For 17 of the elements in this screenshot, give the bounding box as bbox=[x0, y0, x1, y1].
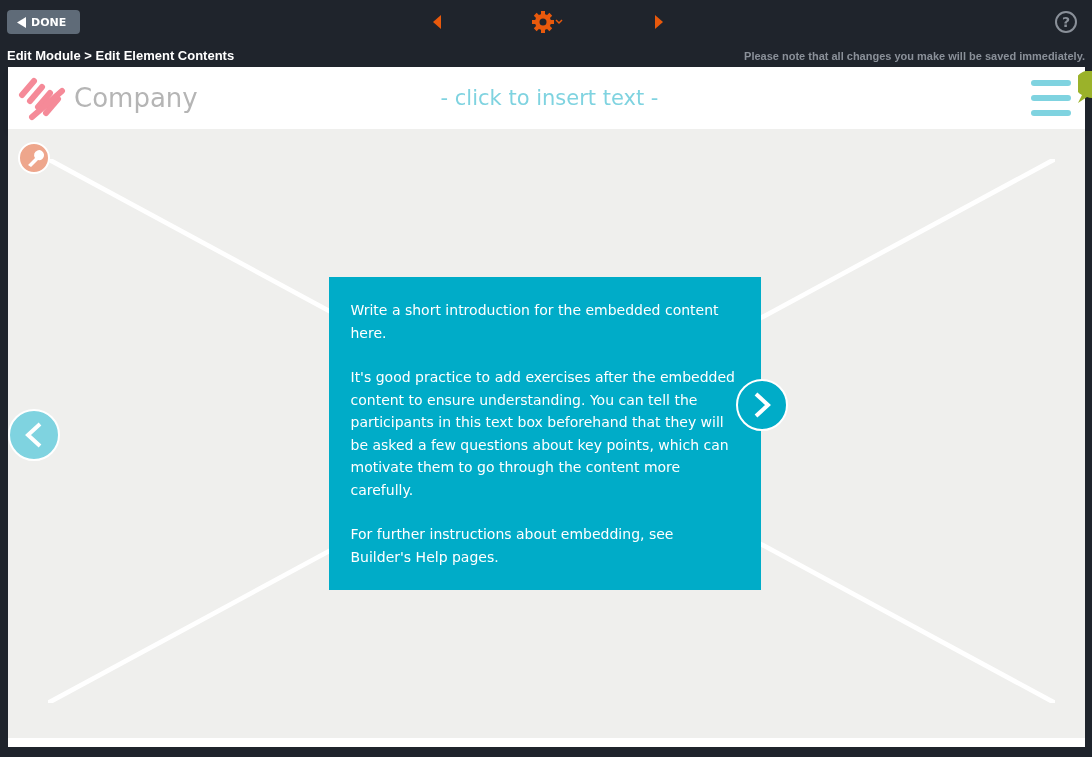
chat-bubble-icon bbox=[1078, 71, 1092, 105]
settings-button[interactable] bbox=[530, 10, 565, 34]
help-button[interactable]: ? bbox=[1055, 11, 1077, 33]
paragraph: Write a short introduction for the embedded content here. bbox=[350, 301, 720, 343]
breadcrumb: Edit Module > Edit Element Contents bbox=[7, 48, 235, 63]
paragraph: For further instructions about embedding, see Builder's Help pages. bbox=[350, 525, 675, 567]
done-button[interactable]: DONE bbox=[7, 10, 81, 34]
logo-icon bbox=[18, 75, 66, 121]
chevron-right-icon bbox=[752, 392, 772, 418]
back-icon bbox=[17, 16, 26, 28]
paragraph: It's good practice to add exercises after the embedded content to ensure understanding. You can tell the participants in this text box beforehand that they will be asked a few questions about key points, which can motivate them to go through the content more carefully. bbox=[350, 368, 736, 500]
chevron-left-icon bbox=[24, 422, 44, 448]
next-slide-button[interactable] bbox=[736, 379, 788, 431]
previous-button[interactable] bbox=[432, 15, 441, 29]
save-notice: Please note that all changes you make will be saved immediately. bbox=[744, 49, 1085, 62]
company-name: Company bbox=[74, 83, 198, 113]
next-button[interactable] bbox=[654, 15, 663, 29]
